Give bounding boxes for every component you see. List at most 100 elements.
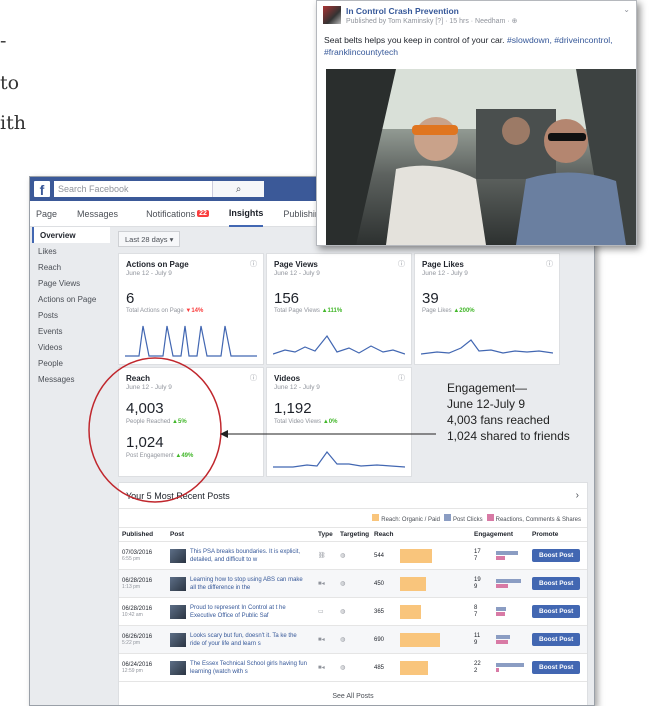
label-text: People Reached [126, 419, 171, 425]
column-header[interactable]: Engagement [471, 527, 529, 542]
engagement-label: Post Engagement ▲49% [126, 453, 193, 459]
sparkline-chart [125, 325, 257, 357]
page-name-link[interactable]: In Control Crash Prevention [346, 6, 459, 16]
tab-insights[interactable]: Insights [228, 201, 264, 227]
post-thumbnail[interactable] [170, 660, 186, 675]
column-header[interactable]: Post [167, 527, 315, 542]
actions-on-page-card[interactable]: Actions on Page June 12 - July 9 ⓘ 6 Tot… [118, 253, 264, 365]
targeting-cell: ◍ [337, 597, 371, 626]
sidebar-item-posts[interactable]: Posts [32, 307, 110, 323]
info-icon[interactable]: ⓘ [398, 373, 405, 383]
post-title-link[interactable]: Proud to represent In Control at t he Ex… [190, 604, 308, 620]
sidebar-item-messages[interactable]: Messages [32, 371, 110, 387]
reactions-bar [496, 584, 508, 588]
page-avatar[interactable] [323, 6, 341, 24]
page-likes-card[interactable]: Page Likes June 12 - July 9 ⓘ 39 Page Li… [414, 253, 560, 365]
reach-cell: 690 [371, 625, 471, 654]
post-clicks-bar [496, 663, 524, 667]
sidebar-item-reach[interactable]: Reach [32, 259, 110, 275]
post-title-link[interactable]: Learning how to stop using ABS can make … [190, 576, 308, 592]
search-icon[interactable]: ⌕ [212, 181, 264, 197]
card-label: Total Video Views ▲0% [274, 419, 337, 425]
post-photo[interactable] [326, 69, 636, 245]
column-header[interactable]: Reach [371, 527, 471, 542]
info-icon[interactable]: ⓘ [398, 259, 405, 269]
date-range-dropdown[interactable]: Last 28 days ▾ [118, 231, 181, 247]
page-views-card[interactable]: Page Views June 12 - July 9 ⓘ 156 Total … [266, 253, 412, 365]
post-cell[interactable]: Learning how to stop using ABS can make … [167, 569, 315, 598]
search-input[interactable]: Search Facebook ⌕ [54, 181, 264, 197]
recent-posts-header[interactable]: Your 5 Most Recent Posts › [119, 483, 587, 509]
legend-label: Reactions, Comments & Shares [495, 516, 581, 523]
post-thumbnail[interactable] [170, 548, 186, 563]
reactions: 7 [474, 611, 478, 618]
link-icon: ⛓ [318, 553, 326, 559]
post-thumbnail[interactable] [170, 604, 186, 619]
sidebar-item-events[interactable]: Events [32, 323, 110, 339]
sidebar-item-page-views[interactable]: Page Views [32, 275, 110, 291]
table-row[interactable]: 06/28/2016 10:42 am Proud to represent In … [119, 597, 587, 626]
boost-post-button[interactable]: Boost Post [532, 549, 581, 562]
legend-swatch [372, 513, 380, 521]
engagement-cell: 22 2 [471, 653, 529, 682]
tab-notifications[interactable]: Notifications 22 [146, 201, 209, 227]
label-text: Total Video Views [274, 419, 322, 425]
table-row[interactable]: 07/03/2016 6:55 pm This PSA breaks boundar… [119, 541, 587, 570]
driver-sunglasses [548, 133, 586, 141]
post-title-link[interactable]: The Essex Technical School girls having … [190, 660, 308, 676]
recent-posts-title: Your 5 Most Recent Posts [126, 490, 230, 501]
reach-card[interactable]: Reach June 12 - July 9 ⓘ 4,003 People Re… [118, 367, 264, 477]
post-thumbnail[interactable] [170, 632, 186, 647]
reactions-bar [496, 668, 499, 672]
sidebar-item-videos[interactable]: Videos [32, 339, 110, 355]
globe-icon: ◍ [340, 553, 346, 559]
column-header[interactable]: Published [119, 527, 167, 542]
sidebar-item-actions-on-page[interactable]: Actions on Page [32, 291, 110, 307]
engagement-values: 17 7 [474, 549, 496, 563]
videos-card[interactable]: Videos June 12 - July 9 ⓘ 1,192 Total Vi… [266, 367, 412, 477]
sidebar-item-overview[interactable]: Overview [32, 227, 110, 243]
post-thumbnail[interactable] [170, 576, 186, 591]
tab-messages[interactable]: Messages [77, 201, 118, 227]
table-row[interactable]: 06/24/2016 12:59 pm The Essex Technical Sc… [119, 653, 587, 682]
post-cell[interactable]: The Essex Technical School girls having … [167, 653, 315, 682]
targeting-cell: ◍ [337, 541, 371, 570]
info-icon[interactable]: ⓘ [546, 259, 553, 269]
sparkline-chart [273, 451, 405, 468]
chevron-right-icon[interactable]: › [576, 490, 579, 501]
info-icon[interactable]: ⓘ [250, 373, 257, 383]
post-cell[interactable]: Looks scary but fun, doesn't it. Ta ke t… [167, 625, 315, 654]
engagement-bars [496, 578, 526, 589]
info-icon[interactable]: ⓘ [250, 259, 257, 269]
post-cell[interactable]: This PSA breaks boundaries. It is explic… [167, 541, 315, 570]
chevron-down-icon[interactable]: ⌄ [623, 5, 630, 14]
reach-value: 690 [374, 637, 385, 644]
sidebar-item-people[interactable]: People [32, 355, 110, 371]
post-cell[interactable]: Proud to represent In Control at t he Ex… [167, 597, 315, 626]
post-meta: Published by Tom Kaminsky [?] · 15 hrs ·… [346, 18, 518, 25]
facebook-logo-icon[interactable]: f [34, 181, 50, 197]
see-all-posts-link[interactable]: See All Posts [119, 688, 587, 705]
chart-legend: Reach: Organic / Paid Post Clicks Reacti… [119, 509, 587, 527]
promote-cell: Boost Post [529, 597, 587, 626]
engagement-values: 87 [474, 605, 496, 619]
table-row[interactable]: 06/28/2016 1:13 pm Learning how to stop us… [119, 569, 587, 598]
label-text: Page Likes [422, 308, 452, 314]
post-title-link[interactable]: Looks scary but fun, doesn't it. Ta ke t… [190, 632, 308, 648]
label-text: Total Page Views [274, 308, 320, 314]
boost-post-button[interactable]: Boost Post [532, 605, 581, 618]
card-label: Total Actions on Page ▼14% [126, 308, 203, 314]
table-row[interactable]: 06/26/2016 5:22 pm Looks scary but fun, do… [119, 625, 587, 654]
boost-post-button[interactable]: Boost Post [532, 661, 581, 674]
post-title-link[interactable]: This PSA breaks boundaries. It is explic… [190, 548, 308, 564]
column-header[interactable]: Promote [529, 527, 587, 542]
tab-page[interactable]: Page [36, 201, 57, 227]
column-header[interactable]: Targeting [337, 527, 371, 542]
sidebar-item-likes[interactable]: Likes [32, 243, 110, 259]
annotation-line: Engagement— [447, 381, 528, 395]
boost-post-button[interactable]: Boost Post [532, 577, 581, 590]
reach-value: 450 [374, 581, 385, 588]
boost-post-button[interactable]: Boost Post [532, 633, 581, 646]
column-header[interactable]: Type [315, 527, 337, 542]
card-title: Actions on Page [126, 260, 189, 269]
